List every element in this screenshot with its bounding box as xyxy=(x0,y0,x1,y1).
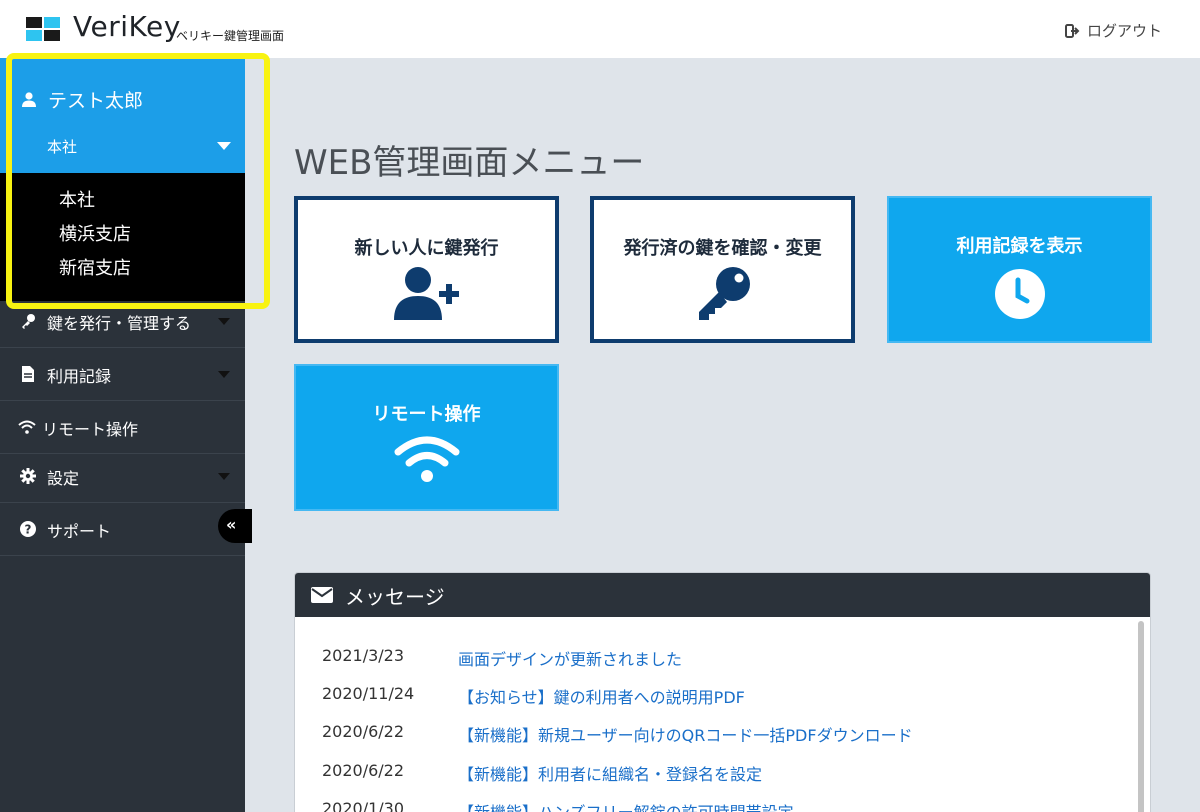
clock-icon xyxy=(994,269,1045,319)
logo-subtitle: ベリキー鍵管理画面 xyxy=(176,29,285,43)
message-link[interactable]: 【お知らせ】鍵の利用者への説明用PDF xyxy=(458,684,745,708)
org-option[interactable]: 新宿支店 xyxy=(59,254,131,280)
top-header: VeriKey ベリキー鍵管理画面 ログアウト xyxy=(0,0,1200,58)
tile-remote[interactable]: リモート操作 xyxy=(294,364,559,511)
tile-label: 発行済の鍵を確認・変更 xyxy=(623,238,822,259)
message-date: 2020/6/22 xyxy=(322,722,405,741)
logo-icon xyxy=(26,17,60,41)
org-select[interactable]: 本社 xyxy=(47,136,231,157)
sidebar-item-remote[interactable]: リモート操作 xyxy=(0,401,245,454)
sidebar-collapse-button[interactable]: « xyxy=(218,509,252,543)
tile-label: リモート操作 xyxy=(372,404,481,425)
message-link[interactable]: 画面デザインが更新されました xyxy=(458,646,682,670)
message-panel-header: メッセージ xyxy=(295,573,1150,617)
tile-label: 利用記録を表示 xyxy=(956,236,1083,257)
document-icon xyxy=(22,366,34,382)
message-panel-title: メッセージ xyxy=(345,584,445,609)
message-row: 2020/6/22 【新機能】新規ユーザー向けのQRコード一括PDFダウンロード xyxy=(322,722,913,746)
wifi-icon xyxy=(18,420,36,434)
message-date: 2020/6/22 xyxy=(322,761,405,780)
page-title: WEB管理画面メニュー xyxy=(294,143,645,183)
caret-down-icon xyxy=(218,371,230,378)
message-panel: メッセージ 2021/3/23 画面デザインが更新されました 2020/11/2… xyxy=(294,572,1151,812)
message-row: 2021/3/23 画面デザインが更新されました xyxy=(322,646,682,670)
tile-label: 新しい人に鍵発行 xyxy=(354,238,499,259)
add-user-icon xyxy=(393,267,459,320)
message-scrollbar[interactable] xyxy=(1138,621,1144,812)
svg-text:?: ? xyxy=(25,523,32,537)
message-link[interactable]: 【新機能】新規ユーザー向けのQRコード一括PDFダウンロード xyxy=(458,722,913,746)
gear-icon xyxy=(20,468,36,484)
sidebar-item-support[interactable]: ? サポート xyxy=(0,503,245,556)
user-icon xyxy=(22,92,36,107)
logo-text: VeriKey xyxy=(73,10,181,43)
logout-button[interactable]: ログアウト xyxy=(1064,20,1162,41)
logout-icon xyxy=(1064,23,1080,38)
user-name-label: テスト太郎 xyxy=(48,90,144,112)
key-icon xyxy=(698,267,750,320)
message-row: 2020/11/24 【お知らせ】鍵の利用者への説明用PDF xyxy=(322,684,745,708)
message-row: 2020/1/30 【新機能】ハンズフリー解錠の許可時間帯設定 xyxy=(322,799,794,812)
question-icon: ? xyxy=(20,521,36,537)
caret-down-icon xyxy=(217,142,231,150)
sidebar-item-label: サポート xyxy=(47,522,112,541)
key-icon xyxy=(22,314,35,329)
sidebar-item-label: 利用記録 xyxy=(47,367,112,386)
message-row: 2020/6/22 【新機能】利用者に組織名・登録名を設定 xyxy=(322,761,762,785)
tile-usage-log[interactable]: 利用記録を表示 xyxy=(887,196,1152,343)
org-option[interactable]: 横浜支店 xyxy=(59,220,131,246)
sidebar-item-settings[interactable]: 設定 xyxy=(0,450,245,503)
caret-down-icon xyxy=(218,473,230,480)
sidebar-item-issue-key[interactable]: 鍵を発行・管理する xyxy=(0,295,245,348)
wifi-icon xyxy=(394,436,459,482)
message-date: 2021/3/23 xyxy=(322,646,405,665)
message-date: 2020/11/24 xyxy=(322,684,415,703)
user-name: テスト太郎 xyxy=(22,86,143,113)
sidebar-item-label: リモート操作 xyxy=(42,420,139,439)
message-link[interactable]: 【新機能】ハンズフリー解錠の許可時間帯設定 xyxy=(458,799,794,812)
envelope-icon xyxy=(311,587,333,603)
sidebar-item-label: 鍵を発行・管理する xyxy=(47,314,192,333)
message-date: 2020/1/30 xyxy=(322,799,405,812)
user-block: テスト太郎 本社 xyxy=(0,58,245,173)
sidebar-item-label: 設定 xyxy=(47,469,80,488)
sidebar-item-usage-log[interactable]: 利用記録 xyxy=(0,348,245,401)
org-dropdown: 本社 横浜支店 新宿支店 xyxy=(0,173,245,301)
org-selected-label: 本社 xyxy=(47,138,78,156)
tile-issue-key[interactable]: 新しい人に鍵発行 xyxy=(294,196,559,343)
message-link[interactable]: 【新機能】利用者に組織名・登録名を設定 xyxy=(458,761,762,785)
org-option[interactable]: 本社 xyxy=(59,186,95,212)
tile-check-key[interactable]: 発行済の鍵を確認・変更 xyxy=(590,196,855,343)
caret-down-icon xyxy=(218,318,230,325)
sidebar: テスト太郎 本社 本社 横浜支店 新宿支店 鍵を発行・管理する 利用記録 リモー… xyxy=(0,58,245,812)
logout-label: ログアウト xyxy=(1086,22,1162,40)
